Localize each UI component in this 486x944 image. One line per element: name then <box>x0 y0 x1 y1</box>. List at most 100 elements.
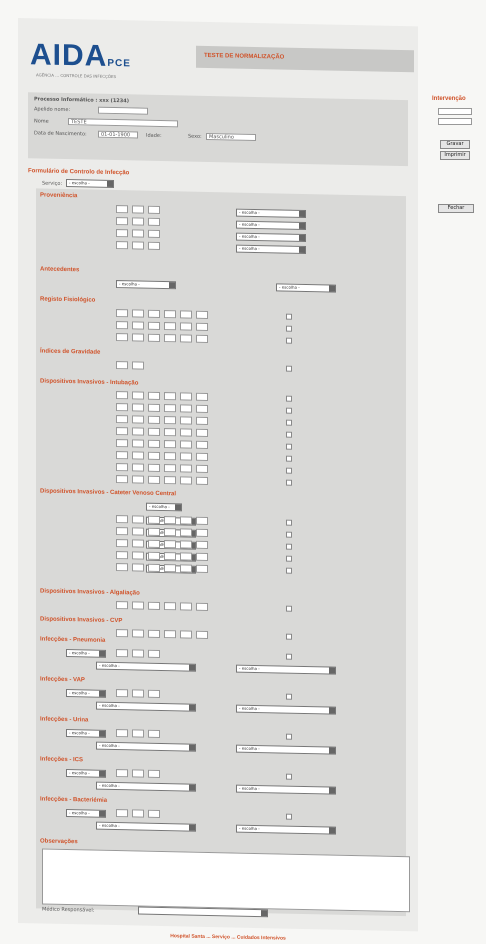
date-box[interactable] <box>132 241 144 250</box>
date-box[interactable] <box>132 321 144 330</box>
date-box[interactable] <box>196 552 208 561</box>
date-box[interactable] <box>148 689 160 698</box>
close-button[interactable]: Fechar <box>438 204 474 213</box>
select-field[interactable]: - escolha - <box>146 502 182 512</box>
checkbox[interactable] <box>286 519 292 526</box>
date-box[interactable] <box>116 809 128 818</box>
checkbox[interactable] <box>286 555 292 562</box>
date-box[interactable] <box>180 476 192 485</box>
date-box[interactable] <box>196 602 208 611</box>
opt-input-1[interactable] <box>438 108 472 115</box>
select-field[interactable]: - escolha - <box>96 781 196 792</box>
select-field[interactable]: - escolha - <box>236 744 336 755</box>
date-box[interactable] <box>164 392 176 401</box>
date-box[interactable] <box>132 527 144 536</box>
save-button[interactable]: Gravar <box>440 140 470 149</box>
checkbox[interactable] <box>286 325 292 332</box>
date-box[interactable] <box>148 809 160 818</box>
date-box[interactable] <box>196 464 208 473</box>
select-field[interactable]: - escolha - <box>276 283 336 293</box>
checkbox[interactable] <box>286 407 292 414</box>
date-box[interactable] <box>132 309 144 318</box>
date-box[interactable] <box>132 689 144 698</box>
date-box[interactable] <box>196 404 208 413</box>
date-box[interactable] <box>116 403 128 412</box>
date-box[interactable] <box>116 427 128 436</box>
date-box[interactable] <box>164 452 176 461</box>
select-field[interactable]: - escolha - <box>236 232 306 243</box>
date-box[interactable] <box>180 428 192 437</box>
date-box[interactable] <box>180 334 192 343</box>
date-box[interactable] <box>116 463 128 472</box>
date-box[interactable] <box>116 415 128 424</box>
date-box[interactable] <box>132 629 144 638</box>
date-box[interactable] <box>132 649 144 658</box>
checkbox[interactable] <box>286 443 292 450</box>
checkbox[interactable] <box>286 431 292 438</box>
checkbox[interactable] <box>286 365 292 372</box>
servico-select[interactable]: - escolha - <box>66 179 114 189</box>
date-box[interactable] <box>180 310 192 319</box>
select-field[interactable]: - escolha - <box>236 220 306 231</box>
checkbox[interactable] <box>286 733 292 740</box>
select-field[interactable]: - escolha - <box>116 280 176 290</box>
dob-input[interactable]: 01-01-1900 <box>98 130 138 139</box>
date-box[interactable] <box>180 630 192 639</box>
checkbox[interactable] <box>286 813 292 820</box>
date-box[interactable] <box>116 769 128 778</box>
date-box[interactable] <box>148 527 160 536</box>
date-box[interactable] <box>196 322 208 331</box>
date-box[interactable] <box>132 463 144 472</box>
date-box[interactable] <box>148 475 160 484</box>
checkbox[interactable] <box>286 455 292 462</box>
date-box[interactable] <box>116 475 128 484</box>
select-field[interactable]: - escolha - <box>236 208 306 219</box>
date-box[interactable] <box>196 452 208 461</box>
date-box[interactable] <box>180 452 192 461</box>
date-box[interactable] <box>148 415 160 424</box>
date-box[interactable] <box>116 229 128 238</box>
date-box[interactable] <box>196 528 208 537</box>
date-box[interactable] <box>116 217 128 226</box>
date-box[interactable] <box>196 564 208 573</box>
date-box[interactable] <box>196 310 208 319</box>
date-box[interactable] <box>180 602 192 611</box>
date-box[interactable] <box>116 601 128 610</box>
date-box[interactable] <box>148 451 160 460</box>
date-box[interactable] <box>196 440 208 449</box>
date-box[interactable] <box>116 649 128 658</box>
select-field[interactable]: - escolha - <box>236 244 306 255</box>
date-box[interactable] <box>116 629 128 638</box>
date-box[interactable] <box>180 516 192 525</box>
name-input[interactable]: TESTE <box>68 118 178 128</box>
date-box[interactable] <box>164 476 176 485</box>
date-box[interactable] <box>132 427 144 436</box>
date-box[interactable] <box>148 563 160 572</box>
date-box[interactable] <box>132 563 144 572</box>
date-box[interactable] <box>148 769 160 778</box>
date-box[interactable] <box>148 427 160 436</box>
date-box[interactable] <box>132 229 144 238</box>
date-box[interactable] <box>196 334 208 343</box>
date-box[interactable] <box>196 476 208 485</box>
checkbox[interactable] <box>286 467 292 474</box>
date-box[interactable] <box>116 333 128 342</box>
date-box[interactable] <box>148 729 160 738</box>
date-box[interactable] <box>164 334 176 343</box>
date-box[interactable] <box>132 515 144 524</box>
date-box[interactable] <box>180 440 192 449</box>
date-box[interactable] <box>116 539 128 548</box>
opt-input-2[interactable] <box>438 118 472 125</box>
date-box[interactable] <box>164 310 176 319</box>
select-field[interactable]: - escolha - <box>96 821 196 832</box>
date-box[interactable] <box>148 551 160 560</box>
date-box[interactable] <box>116 729 128 738</box>
date-box[interactable] <box>116 515 128 524</box>
select-field[interactable]: - escolha - <box>236 704 336 715</box>
select-field[interactable]: - escolha - <box>96 741 196 752</box>
checkbox[interactable] <box>286 543 292 550</box>
print-button[interactable]: Imprimir <box>440 151 470 160</box>
checkbox[interactable] <box>286 693 292 700</box>
date-box[interactable] <box>116 527 128 536</box>
date-box[interactable] <box>148 391 160 400</box>
